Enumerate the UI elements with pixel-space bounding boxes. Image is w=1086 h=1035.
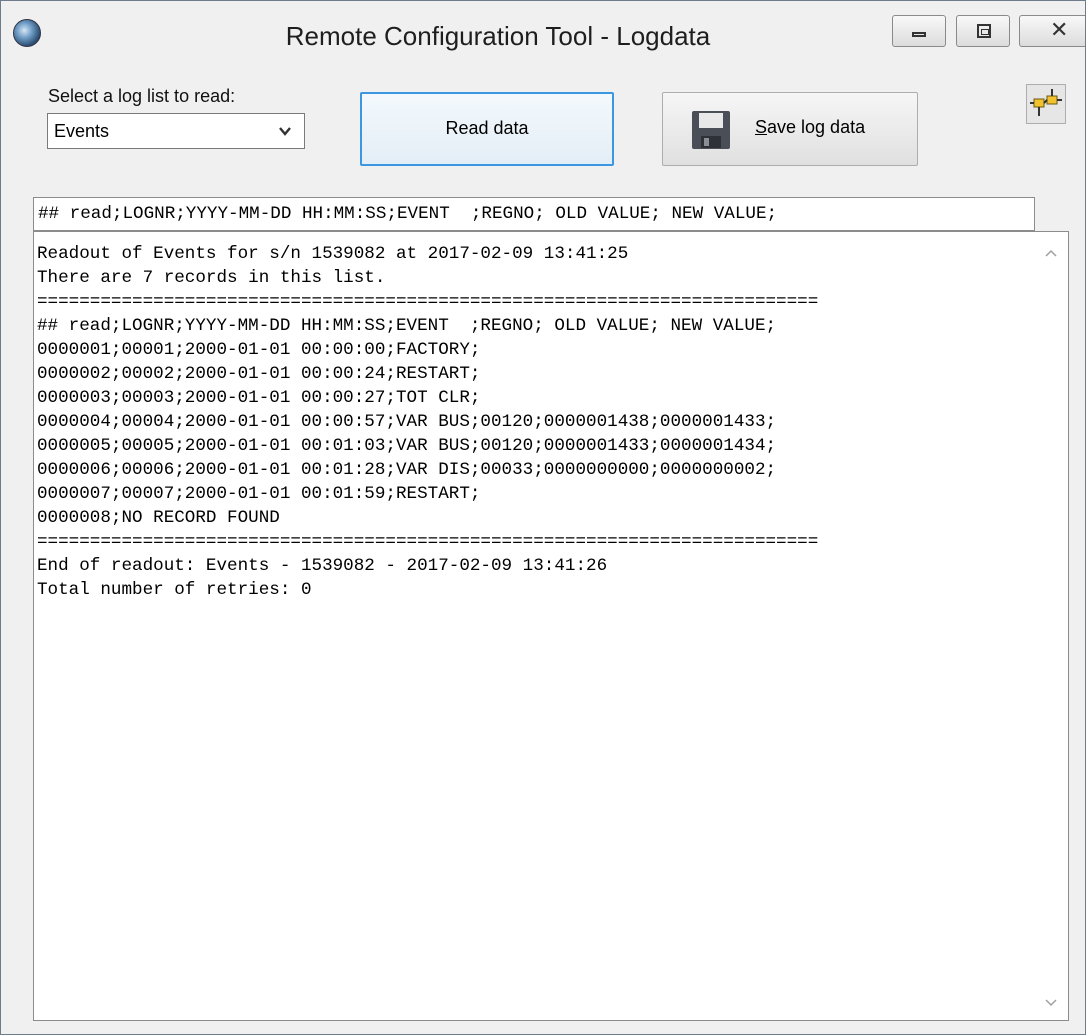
close-button[interactable]: ✕ xyxy=(1019,15,1085,47)
log-line: ========================================… xyxy=(37,532,819,552)
chevron-up-icon[interactable] xyxy=(1044,248,1058,258)
chevron-down-icon xyxy=(279,127,291,136)
plug-connector-icon xyxy=(1030,89,1062,116)
save-mnemonic: S xyxy=(755,117,768,137)
column-header-line: ## read;LOGNR;YYYY-MM-DD HH:MM:SS;EVENT … xyxy=(33,197,1035,231)
title-bar[interactable]: Remote Configuration Tool - Logdata ✕ xyxy=(1,1,1085,65)
log-line: ========================================… xyxy=(37,292,819,312)
log-line: There are 7 records in this list. xyxy=(37,268,386,288)
log-list-select[interactable]: Events xyxy=(47,113,305,149)
save-log-data-label: Save log data xyxy=(755,117,865,138)
minimize-button[interactable] xyxy=(892,15,946,47)
maximize-icon xyxy=(977,24,991,38)
log-line: Readout of Events for s/n 1539082 at 201… xyxy=(37,244,629,264)
log-line: 0000001;00001;2000-01-01 00:00:00;FACTOR… xyxy=(37,340,481,360)
log-line: ## read;LOGNR;YYYY-MM-DD HH:MM:SS;EVENT … xyxy=(37,316,777,336)
log-line: 0000002;00002;2000-01-01 00:00:24;RESTAR… xyxy=(37,364,481,384)
log-list-selected-value: Events xyxy=(54,121,110,141)
read-data-button[interactable]: Read data xyxy=(360,92,614,166)
log-line: Total number of retries: 0 xyxy=(37,580,312,600)
read-data-label: Read data xyxy=(445,118,529,138)
maximize-button[interactable] xyxy=(956,15,1010,47)
log-list-label: Select a log list to read: xyxy=(48,86,236,106)
logdata-window: Remote Configuration Tool - Logdata ✕ Se… xyxy=(0,0,1086,1035)
log-line: 0000005;00005;2000-01-01 00:01:03;VAR BU… xyxy=(37,436,777,456)
log-output-textarea[interactable]: Readout of Events for s/n 1539082 at 201… xyxy=(33,231,1069,1021)
log-line: End of readout: Events - 1539082 - 2017-… xyxy=(37,556,608,576)
save-label-rest: ave log data xyxy=(767,117,866,137)
log-line: 0000004;00004;2000-01-01 00:00:57;VAR BU… xyxy=(37,412,777,432)
log-line: 0000006;00006;2000-01-01 00:01:28;VAR DI… xyxy=(37,460,777,480)
save-log-data-button[interactable]: Save log data xyxy=(662,92,918,166)
log-line: 0000008;NO RECORD FOUND xyxy=(37,508,280,528)
log-line: 0000007;00007;2000-01-01 00:01:59;RESTAR… xyxy=(37,484,481,504)
log-lines: Readout of Events for s/n 1539082 at 201… xyxy=(37,242,818,602)
close-icon: ✕ xyxy=(1050,18,1069,43)
log-line: 0000003;00003;2000-01-01 00:00:27;TOT CL… xyxy=(37,388,481,408)
connect-button[interactable] xyxy=(1026,84,1066,124)
minimize-icon xyxy=(912,32,926,37)
chevron-down-icon[interactable] xyxy=(1044,998,1058,1008)
floppy-disk-icon xyxy=(692,111,730,149)
